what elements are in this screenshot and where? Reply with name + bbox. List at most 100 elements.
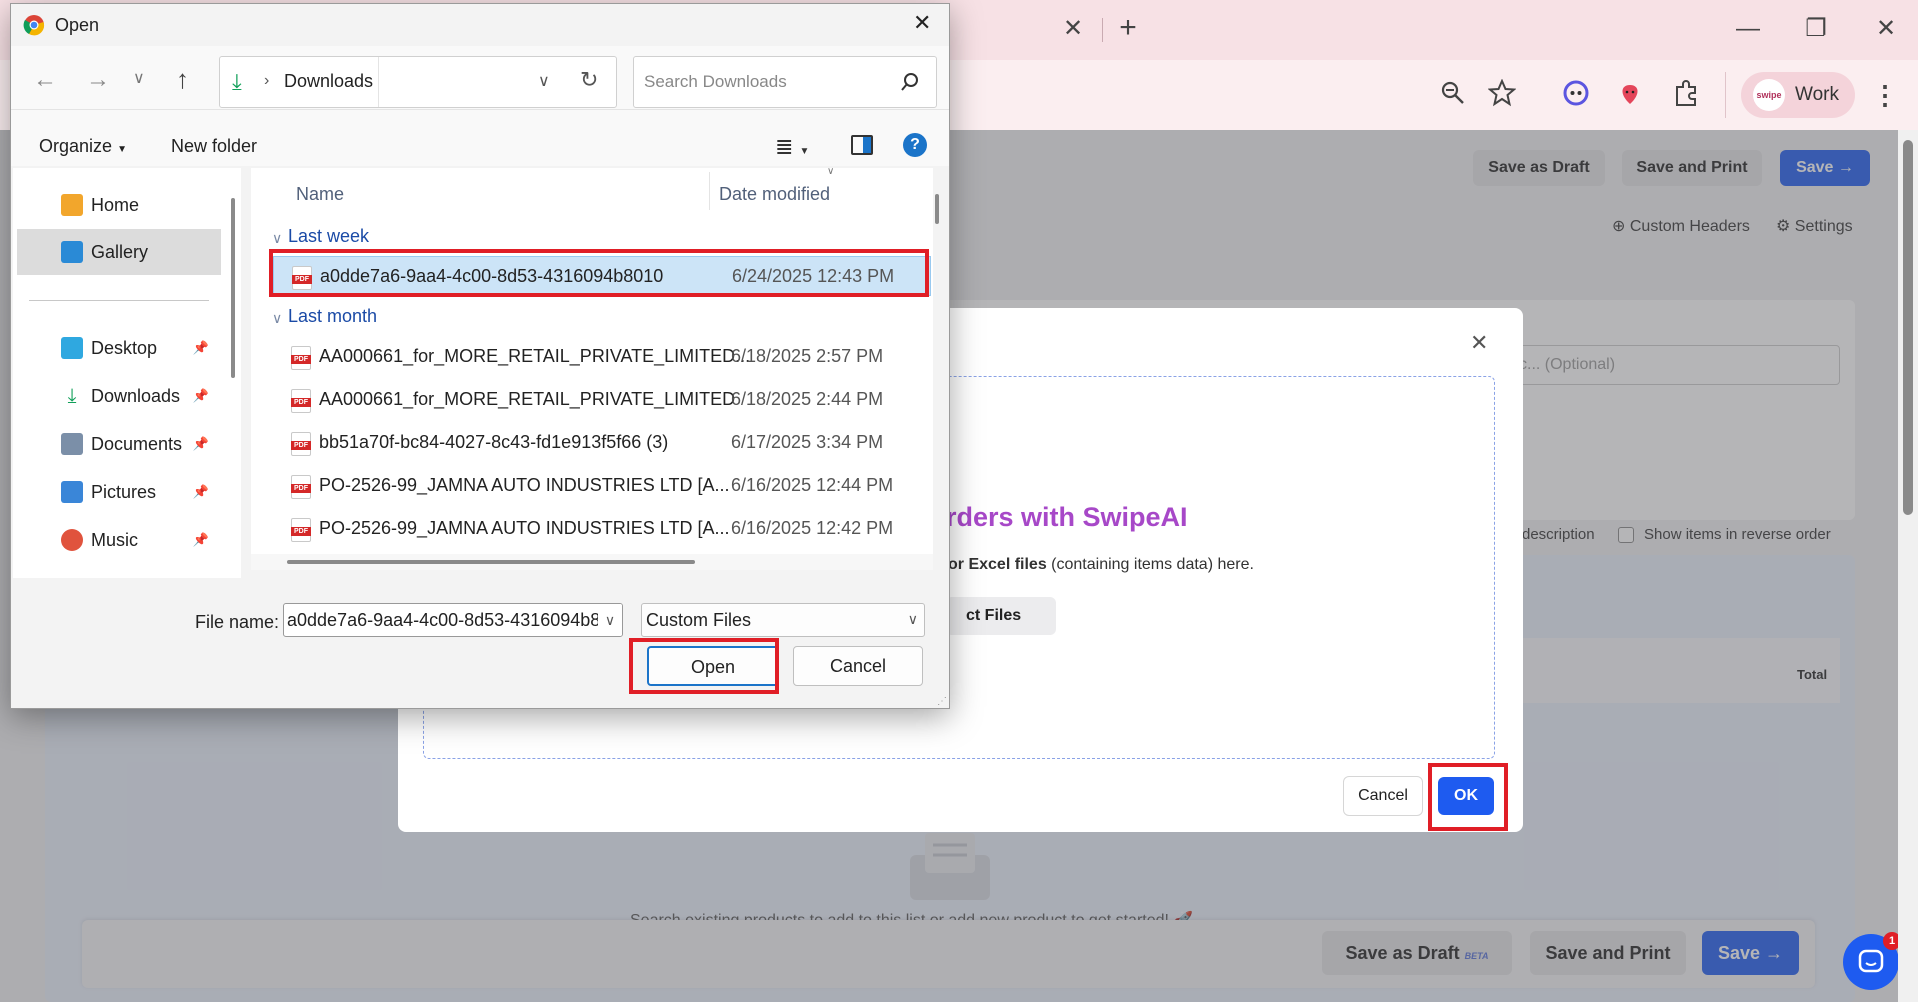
file-name-dropdown-icon[interactable]: ∨ <box>598 604 622 636</box>
home-icon <box>61 194 83 216</box>
organize-label: Organize <box>39 136 113 156</box>
file-name: PO-2526-99_JAMNA AUTO INDUSTRIES LTD [A.… <box>319 475 730 495</box>
sort-chevron-icon: ∨ <box>827 166 835 177</box>
group-last-week[interactable]: Last week <box>288 226 369 247</box>
pin-icon[interactable]: 📌 <box>193 436 209 452</box>
upload-hint-rest: (containing items data) here. <box>1046 556 1254 573</box>
nav-documents[interactable]: Documents 📌 <box>13 421 215 467</box>
file-type-select[interactable]: Custom Files ∨ <box>641 603 925 637</box>
preview-pane-fill <box>863 137 871 153</box>
preview-pane-icon[interactable] <box>851 135 873 155</box>
dialog-close-icon[interactable]: ✕ <box>913 10 931 36</box>
upload-hint: or Excel files (containing items data) h… <box>948 556 1254 574</box>
extension-face-icon[interactable] <box>1563 80 1589 106</box>
restore-button[interactable]: ❐ <box>1800 14 1832 44</box>
search-icon[interactable] <box>900 72 920 92</box>
file-list-hscroll[interactable] <box>251 554 933 570</box>
file-name-field[interactable]: a0dde7a6-9aa4-4c00-8d53-4316094b8010 ∨ <box>283 603 623 637</box>
view-options-icon[interactable]: ≣ ▼ <box>775 134 809 160</box>
dialog-cancel-button[interactable]: Cancel <box>793 646 923 686</box>
page-scrollbar-thumb[interactable] <box>1903 140 1913 515</box>
group-last-month[interactable]: Last month <box>288 306 377 327</box>
downloads-icon: ⤓ <box>61 385 83 407</box>
organize-button[interactable]: Organize ▼ <box>39 136 127 157</box>
column-name[interactable]: Name <box>296 184 344 205</box>
column-date-modified[interactable]: Date modified <box>719 184 830 205</box>
resize-grip-icon[interactable]: ⋰ <box>937 696 947 707</box>
nav-gallery[interactable]: Gallery <box>17 229 221 275</box>
extension-strawberry-icon[interactable] <box>1617 80 1643 106</box>
open-highlight-box <box>629 638 779 694</box>
file-date: 6/16/2025 12:44 PM <box>731 475 894 495</box>
new-folder-button[interactable]: New folder <box>171 136 257 157</box>
file-date: 6/18/2025 2:44 PM <box>731 389 884 409</box>
group-collapse-icon[interactable]: ∨ <box>272 230 282 247</box>
search-box[interactable]: Search Downloads <box>633 56 937 108</box>
pin-icon[interactable]: 📌 <box>193 340 209 356</box>
file-row[interactable]: bb51a70f-bc84-4027-8c43-fd1e913f5f66 (3)… <box>273 423 931 463</box>
zoom-icon[interactable] <box>1440 80 1466 106</box>
desktop-icon <box>61 337 83 359</box>
back-arrow-icon[interactable]: ← <box>33 66 57 94</box>
file-row[interactable]: AA000661_for_MORE_RETAIL_PRIVATE_LIMITED… <box>273 380 931 420</box>
upload-cancel-button[interactable]: Cancel <box>1343 776 1423 816</box>
pin-icon[interactable]: 📌 <box>193 532 209 548</box>
nav-pictures[interactable]: Pictures 📌 <box>13 469 215 515</box>
file-date: 6/17/2025 3:34 PM <box>731 432 884 452</box>
nav-downloads-label: Downloads <box>91 385 181 406</box>
address-folder[interactable]: Downloads <box>284 71 373 92</box>
pin-icon[interactable]: 📌 <box>193 388 209 404</box>
file-name: AA000661_for_MORE_RETAIL_PRIVATE_LIMITED <box>319 389 736 409</box>
address-history-icon[interactable]: ∨ <box>538 71 550 91</box>
nav-home-label: Home <box>91 194 140 215</box>
search-input[interactable]: Search Downloads <box>644 72 787 92</box>
chat-launcher-button[interactable]: 1 <box>1843 932 1901 990</box>
extensions-puzzle-icon[interactable] <box>1672 79 1700 107</box>
help-icon[interactable]: ? <box>903 133 927 157</box>
browser-menu-icon[interactable]: ⋮ <box>1872 80 1898 110</box>
select-files-button[interactable]: ct Files <box>946 597 1056 635</box>
window-close-button[interactable]: ✕ <box>1870 14 1902 44</box>
nav-music[interactable]: Music 📌 <box>13 517 215 563</box>
nav-desktop[interactable]: Desktop 📌 <box>13 325 215 371</box>
selected-file-highlight-box <box>269 249 929 297</box>
file-row[interactable]: AA000661_for_MORE_RETAIL_PRIVATE_LIMITED… <box>273 337 931 377</box>
profile-name: Work <box>1795 84 1839 105</box>
file-row[interactable]: PO-2526-99_JAMNA AUTO INDUSTRIES LTD [A.… <box>273 509 931 549</box>
file-date: 6/18/2025 2:57 PM <box>731 346 884 366</box>
music-icon <box>61 529 83 551</box>
group-collapse-icon[interactable]: ∨ <box>272 310 282 327</box>
file-row[interactable]: PO-2526-99_JAMNA AUTO INDUSTRIES LTD [A.… <box>273 466 931 506</box>
nav-gallery-label: Gallery <box>91 241 149 262</box>
page-scrollbar[interactable] <box>1898 130 1918 1002</box>
nav-downloads[interactable]: ⤓ Downloads 📌 <box>13 373 215 419</box>
documents-icon <box>61 433 83 455</box>
up-arrow-icon[interactable]: ↑ <box>176 64 189 95</box>
profile-chip[interactable]: swipe Work <box>1741 72 1855 118</box>
pdf-file-icon <box>291 518 311 542</box>
upload-hint-bold: or Excel files <box>948 556 1047 573</box>
command-divider <box>11 109 949 110</box>
upload-close-icon[interactable]: ✕ <box>1470 330 1488 356</box>
new-tab-button[interactable]: + <box>1112 13 1144 43</box>
file-list-vscroll-thumb[interactable] <box>935 194 939 224</box>
nav-scrollbar-thumb[interactable] <box>231 198 235 378</box>
dialog-title-bar: Open ✕ <box>11 4 949 46</box>
file-type-value: Custom Files <box>646 610 752 630</box>
nav-pictures-label: Pictures <box>91 481 157 502</box>
bookmark-star-icon[interactable] <box>1488 79 1516 107</box>
file-list-hscroll-thumb[interactable] <box>287 560 695 564</box>
nav-music-label: Music <box>91 529 139 550</box>
nav-home[interactable]: Home <box>13 182 215 228</box>
forward-arrow-icon[interactable]: → <box>86 66 110 94</box>
recent-dropdown-icon[interactable]: ∨ <box>133 68 145 88</box>
chat-icon <box>1858 949 1884 973</box>
tab-close-icon[interactable]: ✕ <box>1058 14 1088 44</box>
ok-highlight-box <box>1428 763 1508 831</box>
dialog-title: Open <box>55 15 100 35</box>
toolbar-divider <box>1725 72 1726 118</box>
minimize-button[interactable]: — <box>1732 14 1764 44</box>
pin-icon[interactable]: 📌 <box>193 484 209 500</box>
address-bar[interactable]: ⤓ › Downloads ∨ ↻ <box>219 56 617 108</box>
refresh-icon[interactable]: ↻ <box>580 67 598 93</box>
